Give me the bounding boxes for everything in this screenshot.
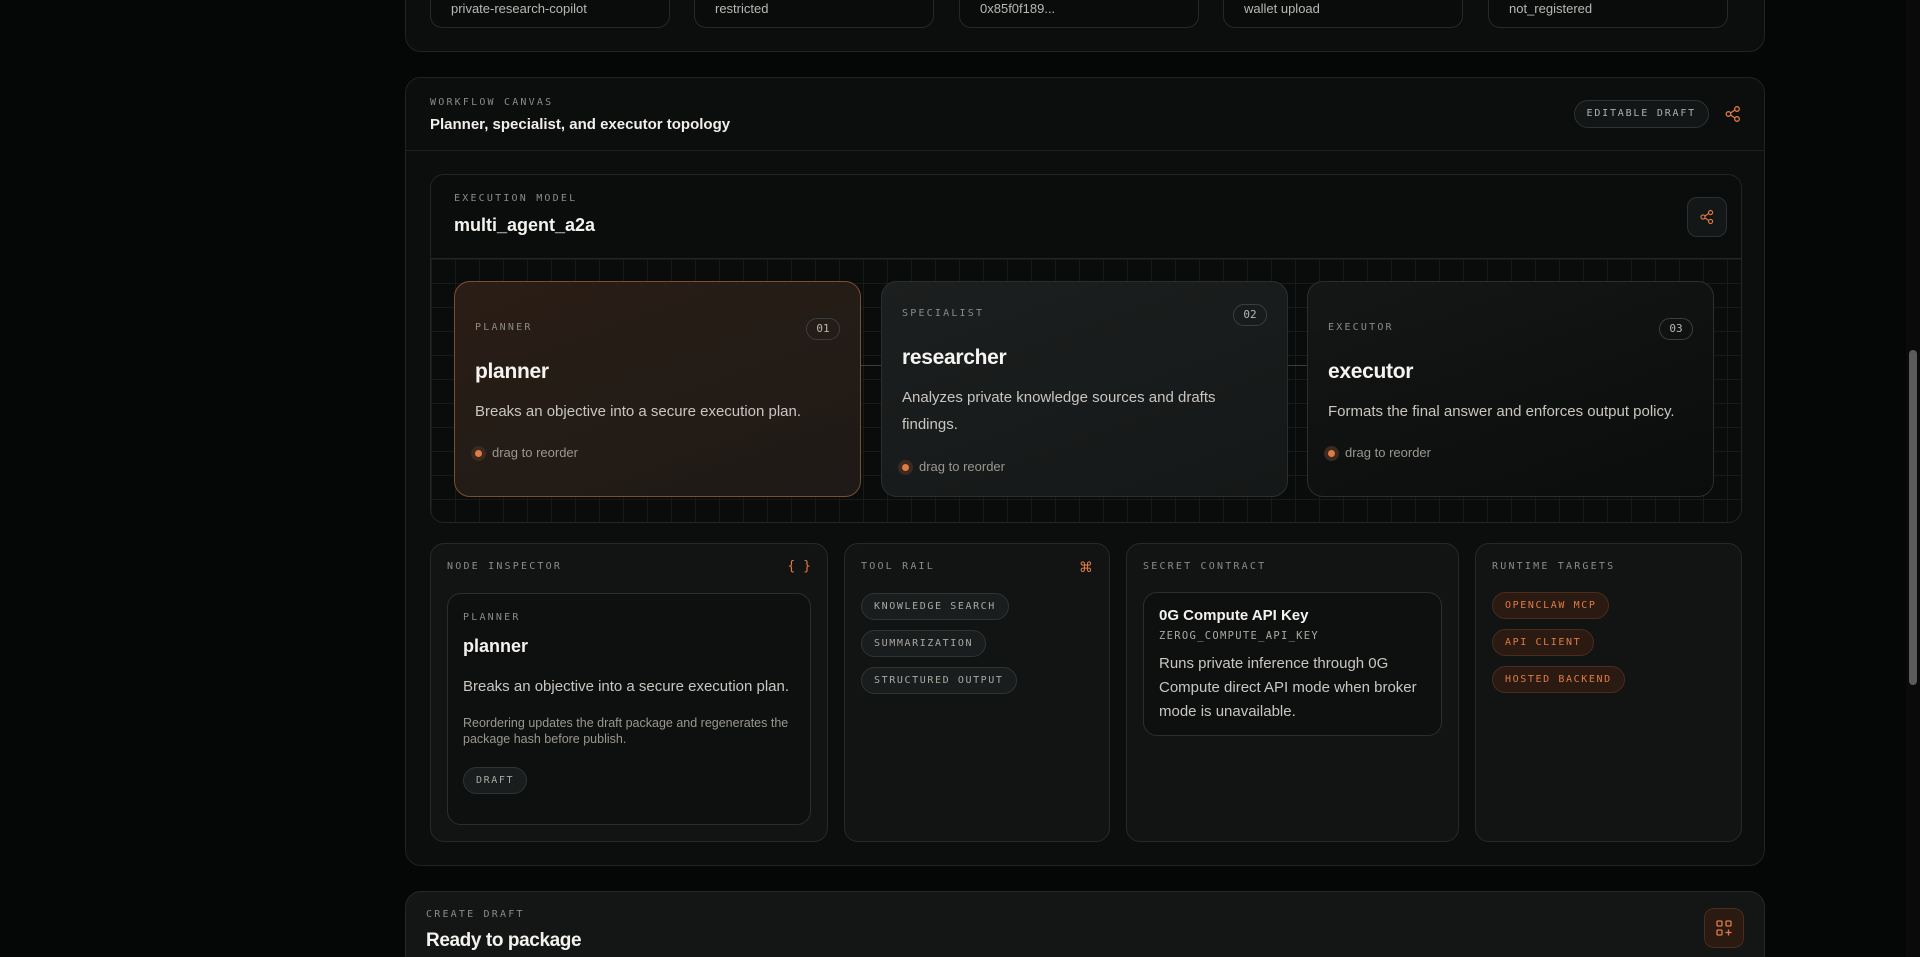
inspector-node-description: Breaks an objective into a secure execut…: [463, 678, 790, 695]
drag-dot-icon: [471, 446, 486, 461]
node-name: executor: [1328, 360, 1414, 383]
drag-label: drag to reorder: [1345, 445, 1431, 460]
agent-summary-card: private-research-copilot restricted 0x85…: [405, 0, 1765, 52]
node-inspector-panel: NODE INSPECTOR { } PLANNER planner Break…: [430, 543, 828, 842]
execution-model-title: multi_agent_a2a: [454, 215, 596, 235]
drag-dot-icon: [1324, 446, 1339, 461]
grid-plus-icon: [1716, 920, 1732, 936]
execution-model-panel: EXECUTION MODEL multi_agent_a2a PLANNER …: [430, 174, 1742, 523]
editable-draft-badge: EDITABLE DRAFT: [1573, 100, 1709, 128]
drag-handle[interactable]: drag to reorder: [1324, 445, 1431, 461]
drag-handle[interactable]: drag to reorder: [898, 459, 1005, 475]
inspector-node-name: planner: [463, 636, 529, 656]
workflow-canvas-card: WORKFLOW CANVAS Planner, specialist, and…: [405, 77, 1765, 866]
tool-chip-knowledge-search[interactable]: KNOWLEDGE SEARCH: [861, 593, 1009, 620]
connector-line: [1287, 365, 1307, 366]
inspector-note: Reordering updates the draft package and…: [463, 716, 789, 746]
target-chip-api-client[interactable]: API CLIENT: [1492, 629, 1595, 656]
drag-label: drag to reorder: [919, 459, 1005, 474]
node-inspector-eyebrow: NODE INSPECTOR: [447, 561, 563, 572]
node-card-planner[interactable]: PLANNER 01 planner Breaks an objective i…: [454, 281, 861, 497]
drag-handle[interactable]: drag to reorder: [471, 445, 578, 461]
execution-model-eyebrow: EXECUTION MODEL: [454, 193, 578, 204]
share-icon[interactable]: [1724, 105, 1742, 123]
node-description: Formats the final answer and enforces ou…: [1328, 403, 1675, 420]
tool-chip-structured-output[interactable]: STRUCTURED OUTPUT: [861, 667, 1017, 694]
create-draft-card: CREATE DRAFT Ready to package: [405, 891, 1765, 957]
node-name: researcher: [902, 346, 1007, 369]
summary-chip-agent-name: private-research-copilot: [430, 0, 670, 28]
secret-contract-eyebrow: SECRET CONTRACT: [1143, 561, 1267, 572]
tool-rail-panel: TOOL RAIL ⌘ KNOWLEDGE SEARCH SUMMARIZATI…: [844, 543, 1110, 842]
node-name: planner: [475, 360, 549, 383]
secret-env-var: ZEROG_COMPUTE_API_KEY: [1159, 630, 1320, 642]
secret-title: 0G Compute API Key: [1159, 607, 1309, 624]
execution-model-header: EXECUTION MODEL multi_agent_a2a: [431, 175, 1741, 259]
braces-icon: { }: [787, 559, 811, 574]
share-icon: [1700, 209, 1714, 225]
create-draft-eyebrow: CREATE DRAFT: [426, 909, 525, 920]
secret-contract-panel: SECRET CONTRACT 0G Compute API Key ZEROG…: [1126, 543, 1459, 842]
tool-rail-eyebrow: TOOL RAIL: [861, 561, 935, 572]
draft-badge: DRAFT: [463, 767, 528, 794]
package-button[interactable]: [1704, 908, 1744, 948]
node-order-badge: 01: [806, 318, 840, 340]
create-draft-title: Ready to package: [426, 930, 582, 951]
topology-grid: PLANNER 01 planner Breaks an objective i…: [431, 259, 1741, 522]
workflow-eyebrow: WORKFLOW CANVAS: [430, 97, 554, 108]
node-order-badge: 02: [1233, 304, 1267, 326]
workflow-title: Planner, specialist, and executor topolo…: [430, 116, 731, 133]
node-order-badge: 03: [1659, 318, 1693, 340]
secret-card: 0G Compute API Key ZEROG_COMPUTE_API_KEY…: [1143, 592, 1442, 736]
workflow-canvas-header: WORKFLOW CANVAS Planner, specialist, and…: [406, 78, 1764, 151]
node-role: EXECUTOR: [1328, 322, 1394, 333]
connector-line: [861, 365, 881, 366]
drag-label: drag to reorder: [492, 445, 578, 460]
inspector-node-role: PLANNER: [463, 612, 521, 623]
node-description: Analyzes private knowledge sources and d…: [902, 389, 1216, 433]
drag-dot-icon: [898, 460, 913, 475]
runtime-targets-panel: RUNTIME TARGETS OPENCLAW MCP API CLIENT …: [1475, 543, 1742, 842]
scrollbar-thumb[interactable]: [1909, 350, 1917, 685]
tool-chip-summarization[interactable]: SUMMARIZATION: [861, 630, 987, 657]
node-card-researcher[interactable]: SPECIALIST 02 researcher Analyzes privat…: [881, 281, 1288, 497]
share-topology-button[interactable]: [1687, 197, 1727, 237]
command-icon: ⌘: [1079, 559, 1093, 575]
summary-chip-registration: not_registered: [1488, 0, 1728, 28]
secret-description: Runs private inference through 0G Comput…: [1159, 655, 1417, 720]
node-card-executor[interactable]: EXECUTOR 03 executor Formats the final a…: [1307, 281, 1714, 497]
runtime-targets-eyebrow: RUNTIME TARGETS: [1492, 561, 1616, 572]
summary-chip-upload: wallet upload: [1223, 0, 1463, 28]
node-role: PLANNER: [475, 322, 533, 333]
summary-chip-owner: 0x85f0f189...: [959, 0, 1199, 28]
target-chip-openclaw-mcp[interactable]: OPENCLAW MCP: [1492, 592, 1610, 619]
node-description: Breaks an objective into a secure execut…: [475, 403, 802, 420]
node-role: SPECIALIST: [902, 308, 985, 319]
inspector-node-card: PLANNER planner Breaks an objective into…: [447, 593, 811, 825]
target-chip-hosted-backend[interactable]: HOSTED BACKEND: [1492, 666, 1625, 693]
summary-chip-visibility: restricted: [694, 0, 934, 28]
